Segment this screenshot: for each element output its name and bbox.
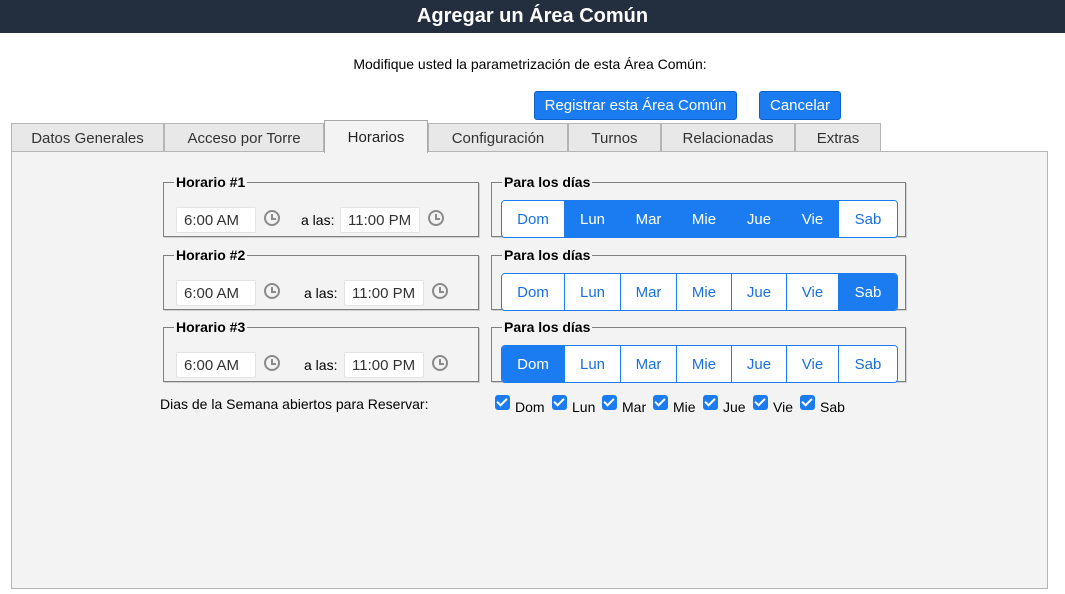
schedule-2-day-lun[interactable]: Lun [565,274,621,310]
clock-icon[interactable] [264,210,280,226]
tab-extras[interactable]: Extras [795,123,881,152]
schedule-3-day-dom[interactable]: Dom [502,346,565,382]
tab-datos-generales[interactable]: Datos Generales [11,123,164,152]
tab-horarios[interactable]: Horarios [324,120,428,153]
schedule-3-day-jue[interactable]: Jue [732,346,787,382]
schedule-1-day-mie[interactable]: Mie [677,201,732,237]
schedule-3-group: Horario #3 6:00 AM a las: 11:00 PM [163,319,479,382]
schedule-1-legend: Horario #1 [176,174,246,190]
schedule-2-day-buttons: Dom Lun Mar Mie Jue Vie Sab [501,273,898,311]
schedule-2-days-legend: Para los días [504,247,591,263]
clock-icon[interactable] [264,283,280,299]
checkbox-lun[interactable] [552,395,567,410]
schedule-1-day-buttons: Dom Lun Mar Mie Jue Vie Sab [501,200,898,238]
schedule-1-from-input[interactable]: 6:00 AM [176,207,256,233]
schedule-3-day-buttons: Dom Lun Mar Mie Jue Vie Sab [501,345,898,383]
schedule-2-day-mar[interactable]: Mar [621,274,677,310]
schedule-2-day-vie[interactable]: Vie [787,274,839,310]
page-subtitle: Modifique usted la parametrización de es… [353,56,707,72]
schedule-2-day-mie[interactable]: Mie [677,274,732,310]
schedule-3-legend: Horario #3 [176,319,246,335]
schedule-3-from-input[interactable]: 6:00 AM [176,352,256,378]
checkbox-vie[interactable] [753,395,768,410]
schedule-1-day-dom[interactable]: Dom [502,201,565,237]
schedule-3-separator: a las: [304,357,338,373]
schedule-3-day-lun[interactable]: Lun [565,346,621,382]
page-title: Agregar un Área Común [416,5,649,27]
schedule-2-from-input[interactable]: 6:00 AM [176,280,256,306]
register-button[interactable]: Registrar esta Área Común [534,91,737,120]
schedule-1-to-input[interactable]: 11:00 PM [340,207,420,233]
schedule-2-legend: Horario #2 [176,247,246,263]
schedule-1-days-group: Para los días Dom Lun Mar Mie Jue Vie Sa… [491,174,906,238]
checkbox-dom-label: Dom [515,399,545,415]
tab-relacionadas[interactable]: Relacionadas [661,123,795,152]
schedule-3-day-vie[interactable]: Vie [787,346,839,382]
checkbox-dom[interactable] [495,395,510,410]
checkbox-lun-label: Lun [572,399,596,415]
checkbox-vie-label: Vie [773,399,793,415]
schedule-2-to-input[interactable]: 11:00 PM [344,280,424,306]
schedule-3-to-input[interactable]: 11:00 PM [344,352,424,378]
checkbox-jue[interactable] [703,395,718,410]
schedule-1-group: Horario #1 6:00 AM a las: 11:00 PM [163,174,479,237]
checkbox-mar[interactable] [602,395,617,410]
schedule-1-day-mar[interactable]: Mar [621,201,677,237]
clock-icon[interactable] [264,355,280,371]
schedule-2-day-sab[interactable]: Sab [839,274,897,310]
tab-acceso-por-torre[interactable]: Acceso por Torre [164,123,324,152]
cancel-button[interactable]: Cancelar [759,91,841,120]
schedule-3-days-legend: Para los días [504,319,591,335]
schedule-1-day-sab[interactable]: Sab [839,201,897,237]
page-header: Agregar un Área Común [0,0,1065,33]
schedule-3-day-sab[interactable]: Sab [839,346,897,382]
schedule-2-group: Horario #2 6:00 AM a las: 11:00 PM [163,247,479,310]
checkbox-sab[interactable] [800,395,815,410]
clock-icon[interactable] [428,210,444,226]
schedule-2-separator: a las: [304,285,338,301]
tab-turnos[interactable]: Turnos [568,123,661,152]
checkbox-jue-label: Jue [723,399,746,415]
checkbox-mar-label: Mar [622,399,647,415]
schedule-2-days-group: Para los días Dom Lun Mar Mie Jue Vie Sa… [491,247,906,311]
checkbox-mie-label: Mie [673,399,696,415]
tab-configuracion[interactable]: Configuración [428,123,568,152]
schedule-1-days-legend: Para los días [504,174,591,190]
schedule-3-day-mar[interactable]: Mar [621,346,677,382]
checkbox-mie[interactable] [653,395,668,410]
schedule-3-day-mie[interactable]: Mie [677,346,732,382]
schedule-3-days-group: Para los días Dom Lun Mar Mie Jue Vie Sa… [491,319,906,383]
clock-icon[interactable] [432,283,448,299]
clock-icon[interactable] [432,355,448,371]
schedule-1-day-lun[interactable]: Lun [565,201,621,237]
schedule-2-day-jue[interactable]: Jue [732,274,787,310]
week-open-label: Dias de la Semana abiertos para Reservar… [160,396,429,412]
schedule-1-day-vie[interactable]: Vie [787,201,839,237]
schedule-1-separator: a las: [301,212,335,228]
checkbox-sab-label: Sab [820,399,845,415]
schedule-1-day-jue[interactable]: Jue [732,201,787,237]
schedule-2-day-dom[interactable]: Dom [502,274,565,310]
